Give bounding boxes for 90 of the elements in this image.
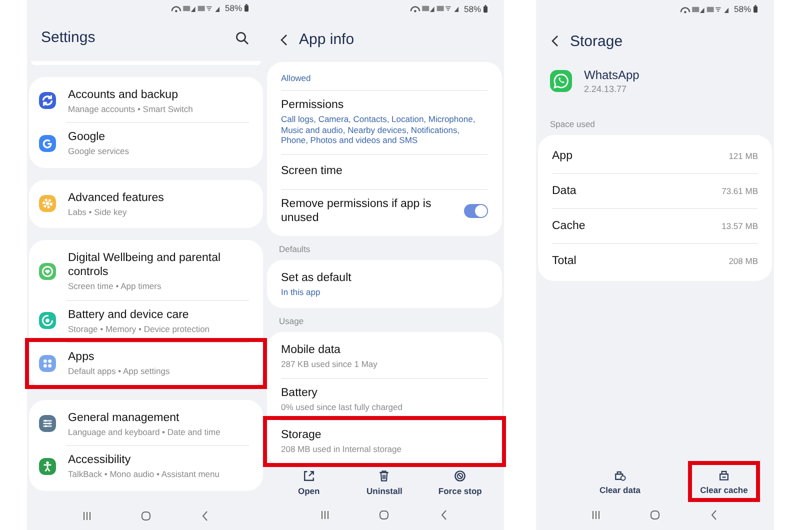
item-title: Battery and device care [68, 308, 190, 322]
item-title: Accounts and backup [68, 88, 179, 102]
item-title: Google [68, 130, 106, 144]
item-title: Advanced features [68, 190, 165, 205]
section-label: Defaults [278, 242, 312, 256]
item-value: 121 MB [728, 150, 758, 160]
item-title: Screen time [281, 164, 344, 178]
item-title: Cache [552, 218, 586, 232]
item-title: Permissions [281, 98, 345, 112]
external-link-icon [302, 468, 316, 483]
battery-icon [483, 4, 488, 13]
section-label: Space used [549, 118, 596, 131]
app-name: WhatsApp [584, 68, 640, 82]
item-subtitle: Language and keyboard • Date and time [68, 426, 222, 438]
list-item[interactable]: Mobile data 287 KB used since 1 May [267, 335, 502, 378]
item-title: Storage [281, 428, 322, 442]
item-title: Digital Wellbeing and parental controls [68, 251, 222, 280]
action-button[interactable]: Uninstall [352, 466, 416, 499]
item-title: General management [68, 410, 180, 425]
item-subtitle: Screen time • App timers [68, 281, 162, 292]
recent-apps-icon[interactable] [318, 509, 331, 522]
item-value: 73.61 MB [722, 186, 758, 196]
list-item[interactable]: App 121 MB [538, 138, 772, 173]
search-icon[interactable] [235, 30, 249, 44]
list-item[interactable]: Allowed [267, 65, 502, 90]
action-button[interactable]: Clear cache [692, 465, 756, 498]
list-item[interactable]: Set as default In this app [267, 262, 502, 306]
recent-apps-icon[interactable] [590, 509, 602, 521]
screen-title: Settings [41, 29, 96, 46]
list-item[interactable]: Cache 13.57 MB [538, 208, 772, 243]
item-subtitle: Allowed [281, 72, 312, 84]
battery-percentage: 58% [734, 4, 751, 14]
item-subtitle: 208 MB used in Internal storage [281, 444, 402, 455]
item-title: Set as default [281, 270, 352, 285]
list-item[interactable]: Advanced features Labs • Side key [29, 182, 263, 226]
item-subtitle: Labs • Side key [68, 206, 128, 218]
item-subtitle: Google services [68, 146, 130, 157]
list-item[interactable]: Accounts and backup Manage accounts • Smart Switch [29, 80, 263, 122]
item-subtitle: 0% used since last fully charged [281, 402, 404, 412]
stop-icon [453, 468, 468, 483]
home-icon[interactable] [378, 509, 390, 522]
item-title: Apps [68, 350, 96, 364]
home-icon[interactable] [140, 510, 152, 522]
list-item[interactable]: Accessibility TalkBack • Mono audio • Assistant menu [29, 445, 263, 488]
list-item[interactable]: Storage 208 MB used in Internal storage [267, 420, 502, 463]
list-item[interactable]: Battery 0% used since last fully charged [267, 378, 502, 420]
list-item[interactable]: General management Language and keyboard • Date and time [29, 402, 263, 446]
item-title: Battery [281, 386, 318, 400]
recent-apps-icon[interactable] [80, 510, 93, 522]
item-subtitle: In this app [281, 286, 322, 298]
list-item[interactable]: Remove permissions if app is unused [267, 188, 502, 233]
battery-percentage: 58% [464, 4, 481, 14]
back-icon[interactable] [279, 32, 289, 47]
item-title: Data [552, 184, 578, 198]
list-item[interactable]: Google Google services [29, 122, 263, 165]
item-title: Mobile data [281, 343, 342, 358]
list-item[interactable]: Permissions Call logs, Camera, Contacts, Location, Microphone, Music and audio, Nearby devices, Notifications, Phone, Photos and videos and SMS [267, 90, 502, 154]
action-button[interactable]: Force stop [428, 466, 492, 499]
screen-title: App info [299, 31, 356, 48]
item-subtitle: Storage • Memory • Device protection [68, 324, 211, 334]
list-item[interactable]: Apps Default apps • App settings [29, 342, 263, 385]
trash-icon [377, 468, 392, 483]
item-subtitle: Default apps • App settings [68, 366, 171, 377]
app-version: 2.24.13.77 [584, 84, 628, 94]
list-item[interactable]: Battery and device care Storage • Memory • Device protection [29, 300, 263, 342]
item-subtitle: TalkBack • Mono audio • Assistant menu [68, 469, 220, 480]
item-title: Accessibility [68, 453, 132, 468]
item-title: Remove permissions if app is unused [281, 196, 432, 225]
item-subtitle: 287 KB used since 1 May [281, 359, 378, 370]
item-subtitle: Manage accounts • Smart Switch [68, 104, 194, 114]
battery-icon [244, 4, 249, 12]
home-icon[interactable] [648, 509, 661, 521]
item-title: Total [552, 254, 578, 268]
item-value: 13.57 MB [722, 220, 758, 230]
screen-title: Storage [570, 32, 624, 50]
item-value: 208 MB [728, 256, 758, 266]
toggle-switch[interactable] [464, 204, 488, 218]
action-button[interactable]: Open [276, 466, 341, 499]
list-item[interactable]: Total 208 MB [538, 243, 772, 278]
list-item[interactable]: Digital Wellbeing and parental controls Screen time • App timers [29, 243, 263, 300]
action-button[interactable]: Clear data [588, 465, 652, 498]
back-icon[interactable] [550, 34, 560, 48]
item-subtitle: Call logs, Camera, Contacts, Location, Microphone, Music and audio, Nearby devices, Notifications, Phone, Photos and videos and SMS [281, 114, 476, 146]
chat-app-icon [550, 70, 572, 92]
list-item[interactable]: Screen time [267, 154, 502, 189]
section-label: Usage [278, 315, 305, 328]
item-title: App [552, 148, 574, 162]
battery-icon [753, 5, 758, 13]
battery-percentage: 58% [224, 3, 242, 14]
list-item[interactable]: Data 73.61 MB [538, 173, 772, 208]
